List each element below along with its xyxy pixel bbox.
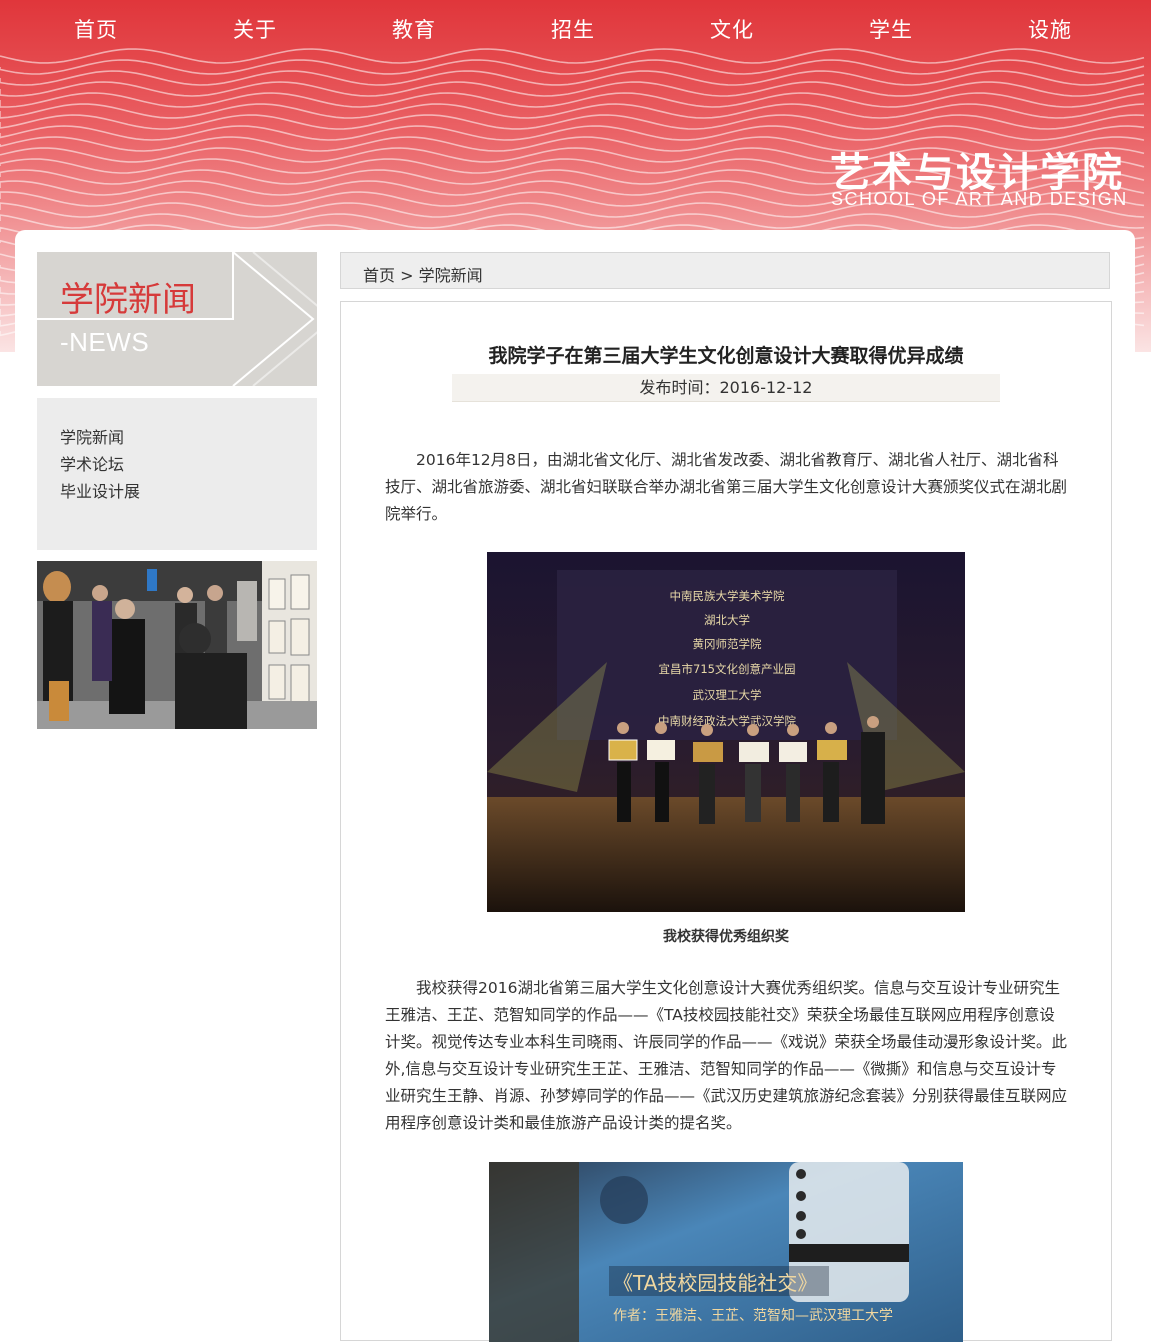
award-ceremony-photo: 中南民族大学美术学院 湖北大学 黄冈师范学院 宜昌市715文化创意产业园 武汉理… <box>487 552 965 912</box>
nav-admissions[interactable]: 招生 <box>551 14 595 44</box>
breadcrumb: 首页 > 学院新闻 <box>340 252 1110 289</box>
screen-line-5: 武汉理工大学 <box>693 688 762 702</box>
sidebar-menu: 学院新闻 学术论坛 毕业设计展 <box>37 398 317 550</box>
nav-about[interactable]: 关于 <box>233 14 277 44</box>
photo-caption: 我校获得优秀组织奖 <box>663 929 789 945</box>
nav-home[interactable]: 首页 <box>74 14 118 44</box>
sidebar-link-exhibition[interactable]: 毕业设计展 <box>60 478 140 502</box>
screen-line-1: 中南民族大学美术学院 <box>670 589 785 603</box>
award-stage-image: 中南民族大学美术学院 湖北大学 黄冈师范学院 宜昌市715文化创意产业园 武汉理… <box>487 552 965 912</box>
screen-line-3: 黄冈师范学院 <box>693 637 762 651</box>
photo2-subtitle: 作者：王雅洁、王芷、范智知—武汉理工大学 <box>613 1307 893 1324</box>
sidebar-banner-title: 学院新闻 <box>60 280 196 320</box>
app-showcase-image: 《TA技校园技能社交》 作者：王雅洁、王芷、范智知—武汉理工大学 <box>489 1162 963 1342</box>
article-panel: 我院学子在第三届大学生文化创意设计大赛取得优异成绩 发布时间：2016-12-1… <box>340 301 1112 1342</box>
sidebar-link-news[interactable]: 学院新闻 <box>60 424 124 448</box>
screen-line-6: 中南财经政法大学武汉学院 <box>658 714 796 728</box>
nav-students[interactable]: 学生 <box>869 14 913 44</box>
nav-education[interactable]: 教育 <box>392 14 436 44</box>
article-paragraph-1: 2016年12月8日，由湖北省文化厅、湖北省发改委、湖北省教育厅、湖北省人社厅、… <box>385 451 1068 523</box>
article-date: 发布时间：2016-12-12 <box>452 374 1000 402</box>
breadcrumb-separator: > <box>400 266 414 285</box>
app-award-photo: 《TA技校园技能社交》 作者：王雅洁、王芷、范智知—武汉理工大学 <box>489 1162 963 1342</box>
top-nav: 首页 关于 教育 招生 文化 学生 设施 <box>0 0 1151 56</box>
logo-english[interactable]: SCHOOL OF ART AND DESIGN <box>831 189 1128 210</box>
nav-culture[interactable]: 文化 <box>710 14 754 44</box>
breadcrumb-current[interactable]: 学院新闻 <box>419 266 483 285</box>
screen-line-4: 宜昌市715文化创意产业园 <box>659 662 796 676</box>
sidebar-link-forum[interactable]: 学术论坛 <box>60 451 124 475</box>
screen-line-2: 湖北大学 <box>704 613 750 627</box>
sidebar-banner: 学院新闻 -NEWS <box>37 252 317 386</box>
nav-facilities[interactable]: 设施 <box>1028 14 1072 44</box>
breadcrumb-home[interactable]: 首页 <box>363 266 395 285</box>
gallery-visitors-image <box>37 561 317 729</box>
sidebar-photo <box>37 561 317 729</box>
article-paragraph-2: 我校获得2016湖北省第三届大学生文化创意设计大赛优秀组织奖。信息与交互设计专业… <box>385 979 1068 1132</box>
sidebar-banner-subtitle: -NEWS <box>60 327 150 357</box>
article-title: 我院学子在第三届大学生文化创意设计大赛取得优异成绩 <box>488 345 964 367</box>
photo2-title: 《TA技校园技能社交》 <box>613 1271 817 1295</box>
